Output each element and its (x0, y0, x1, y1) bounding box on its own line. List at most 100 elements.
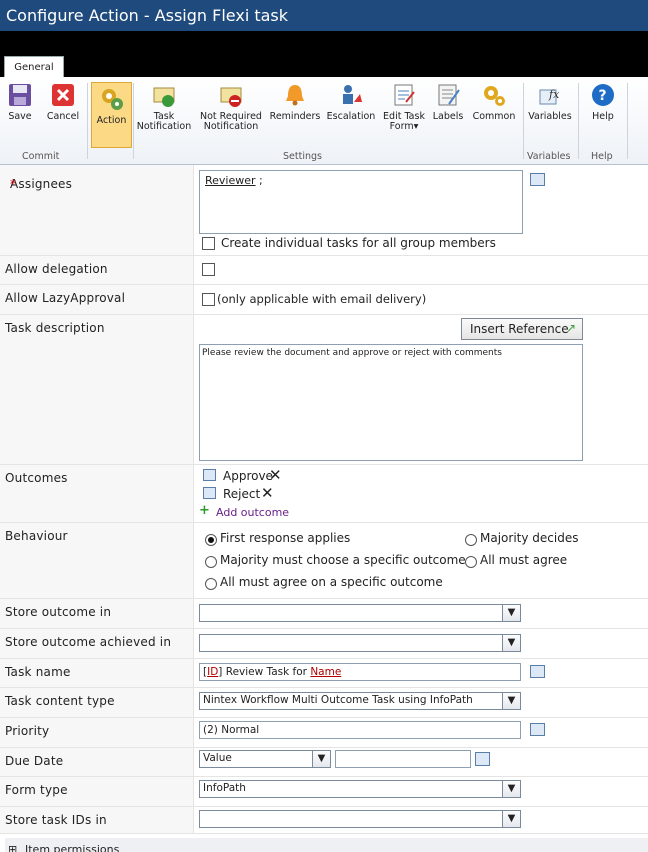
not-required-notification-button[interactable]: Not Required Notification (197, 82, 265, 132)
save-button[interactable]: Save (4, 82, 36, 122)
outcome-edit-icon[interactable] (203, 469, 216, 481)
escalation-icon (343, 85, 362, 104)
common-button[interactable]: Common (469, 82, 519, 122)
row-allow-lazy: Allow LazyApproval (only applicable with… (0, 285, 648, 315)
escalation-button[interactable]: Escalation (325, 82, 377, 122)
action-button[interactable]: Action (91, 82, 132, 148)
radio-all-agree[interactable] (465, 556, 477, 568)
reminders-button[interactable]: Reminders (268, 82, 322, 122)
behaviour-label: Behaviour (5, 529, 68, 543)
outcome-reject[interactable]: Reject (223, 487, 260, 501)
store-task-ids-label: Store task IDs in (5, 813, 107, 827)
help-label: Help (592, 111, 614, 122)
group-members-checkbox[interactable] (202, 237, 215, 250)
item-permissions-label: Item permissions (25, 843, 120, 852)
store-task-ids-select[interactable]: ▼ (199, 810, 521, 828)
allow-lazy-checkbox[interactable] (202, 293, 215, 306)
save-label: Save (8, 111, 32, 122)
cancel-label: Cancel (46, 111, 80, 122)
row-due-date: Due Date Value ▼ (0, 748, 648, 777)
task-content-type-select[interactable]: Nintex Workflow Multi Outcome Task using… (199, 692, 521, 710)
outcome-approve[interactable]: Approve (223, 469, 273, 483)
store-outcome-select[interactable]: ▼ (199, 604, 521, 622)
edit-task-form-label2: Form (389, 121, 414, 132)
labels-label: Labels (432, 111, 464, 122)
chevron-down-icon[interactable]: ▼ (502, 635, 520, 651)
help-icon: ? (592, 84, 614, 106)
store-outcome-achieved-label: Store outcome achieved in (5, 635, 172, 649)
priority-input[interactable]: (2) Normal (199, 721, 521, 739)
address-book-icon[interactable] (530, 173, 545, 186)
row-store-outcome: Store outcome in ▼ (0, 599, 648, 629)
task-name-input[interactable]: [ID] Review Task for Name (199, 663, 521, 681)
expand-icon[interactable]: ⊞ (8, 843, 17, 852)
variables-label: Variables (528, 111, 572, 122)
outcome-edit-icon[interactable] (203, 487, 216, 499)
lookup-icon[interactable] (530, 723, 545, 736)
action-label: Action (96, 115, 127, 126)
row-assignees: Assignees * Reviewer ; Create individual… (0, 165, 648, 256)
due-date-label: Due Date (5, 754, 64, 768)
edit-task-form-icon (394, 84, 415, 106)
radio-majority-decides[interactable] (465, 534, 477, 546)
group-members-label: Create individual tasks for all group me… (221, 236, 496, 250)
row-allow-delegation: Allow delegation (0, 256, 648, 285)
chevron-down-icon[interactable]: ▼ (502, 811, 520, 827)
task-description-textarea[interactable]: Please review the document and approve o… (199, 344, 583, 461)
variables-button[interactable]: fx Variables (526, 82, 574, 122)
allow-lazy-label: Allow LazyApproval (5, 291, 126, 305)
radio-all-agree-specific[interactable] (205, 578, 217, 590)
store-outcome-achieved-select[interactable]: ▼ (199, 634, 521, 652)
row-behaviour: Behaviour First response applies Majorit… (0, 523, 648, 599)
radio-majority-specific[interactable] (205, 556, 217, 568)
task-notification-button[interactable]: Task Notification (134, 82, 194, 132)
labels-button[interactable]: Labels (430, 82, 466, 122)
bell-icon (286, 85, 304, 106)
cancel-button[interactable]: Cancel (44, 82, 82, 122)
group-settings: Settings (283, 151, 322, 162)
ribbon: Save Cancel Action Task Notification Not… (0, 77, 648, 165)
task-notification-label2: Notification (136, 121, 192, 132)
id-reference[interactable]: ID (207, 666, 218, 678)
due-date-type-select[interactable]: Value ▼ (199, 750, 331, 768)
action-gear-icon (101, 89, 123, 110)
header-band (0, 31, 648, 77)
chevron-down-icon[interactable]: ▼ (502, 693, 520, 709)
due-date-input[interactable] (335, 750, 471, 768)
not-required-label2: Notification (203, 121, 259, 132)
add-outcome-link[interactable]: Add outcome (216, 506, 289, 519)
assignee-reviewer[interactable]: Reviewer (205, 174, 256, 187)
row-form-type: Form type InfoPath ▼ (0, 777, 648, 807)
chevron-down-icon[interactable]: ▼ (502, 605, 520, 621)
chevron-down-icon[interactable]: ▼ (502, 781, 520, 797)
insert-reference-button[interactable]: Insert Reference ↗ (461, 318, 583, 340)
remove-reject-icon[interactable]: ✕ (261, 484, 274, 502)
divider (627, 83, 628, 159)
allow-delegation-checkbox[interactable] (202, 263, 215, 276)
item-permissions-section[interactable]: ⊞ Item permissions (5, 838, 648, 852)
radio-first-response[interactable] (205, 534, 217, 546)
remove-approve-icon[interactable]: ✕ (269, 466, 282, 484)
allow-delegation-label: Allow delegation (5, 262, 108, 276)
cancel-icon (52, 84, 74, 106)
insert-reference-icon: ↗ (566, 321, 577, 335)
add-icon[interactable]: + (199, 503, 210, 518)
group-variables: Variables (527, 151, 571, 162)
row-priority: Priority (2) Normal (0, 718, 648, 748)
row-task-name: Task name [ID] Review Task for Name (0, 659, 648, 688)
help-button[interactable]: ? Help (583, 82, 623, 122)
form-type-select[interactable]: InfoPath ▼ (199, 780, 521, 798)
edit-task-form-button[interactable]: Edit Task Form▾ (380, 82, 428, 132)
tab-general[interactable]: General (4, 56, 64, 78)
save-icon (9, 84, 31, 106)
calendar-icon[interactable] (475, 752, 490, 766)
lookup-icon[interactable] (530, 665, 545, 678)
assignees-input[interactable]: Reviewer ; (199, 170, 523, 234)
chevron-down-icon[interactable]: ▼ (312, 751, 330, 767)
window-title: Configure Action - Assign Flexi task (6, 6, 289, 25)
svg-text:fx: fx (548, 88, 560, 101)
row-task-description: Task description Insert Reference ↗ Plea… (0, 315, 648, 465)
reminders-label: Reminders (269, 111, 321, 122)
escalation-label: Escalation (326, 111, 376, 122)
name-reference[interactable]: Name (310, 666, 341, 678)
